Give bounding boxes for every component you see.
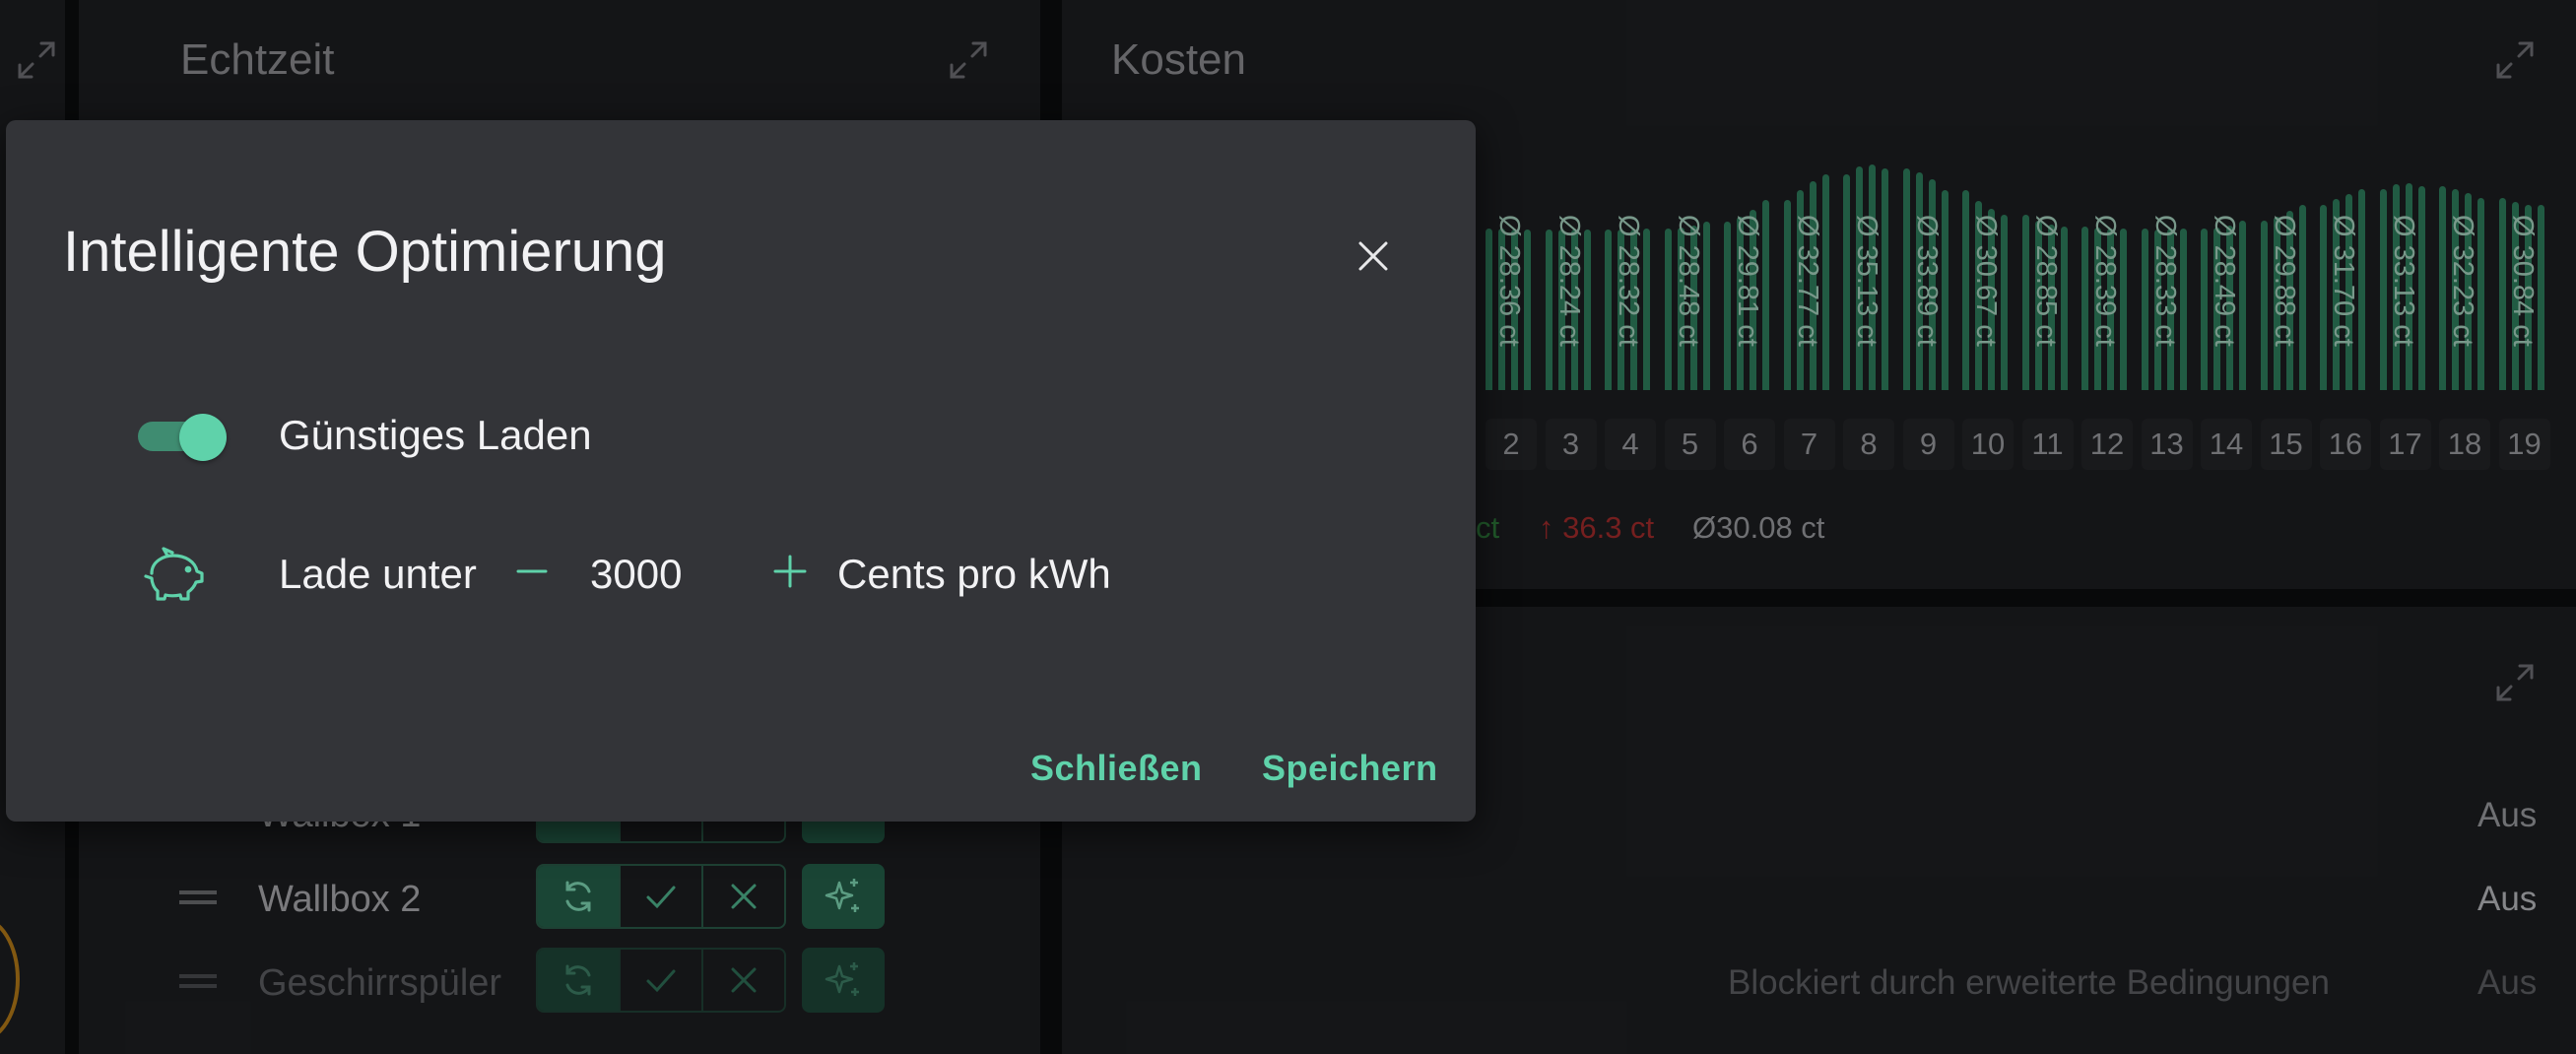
toggle-label: Günstiges Laden — [279, 412, 592, 458]
threshold-value[interactable]: 3000 — [590, 551, 682, 598]
close-icon[interactable] — [1346, 229, 1401, 284]
minus-icon[interactable] — [506, 546, 558, 597]
unit-label: Cents pro kWh — [837, 551, 1111, 597]
toggle-knob — [179, 414, 227, 461]
dialog-title: Intelligente Optimierung — [63, 220, 667, 284]
charge-prefix: Lade unter — [279, 551, 477, 597]
piggy-bank-icon — [142, 546, 205, 605]
close-button[interactable]: Schließen — [1030, 748, 1203, 789]
plus-icon[interactable] — [764, 546, 816, 597]
save-button[interactable]: Speichern — [1262, 748, 1438, 789]
cheap-charging-toggle[interactable] — [134, 414, 229, 461]
optimization-dialog: Intelligente Optimierung Günstiges Laden… — [6, 120, 1476, 822]
